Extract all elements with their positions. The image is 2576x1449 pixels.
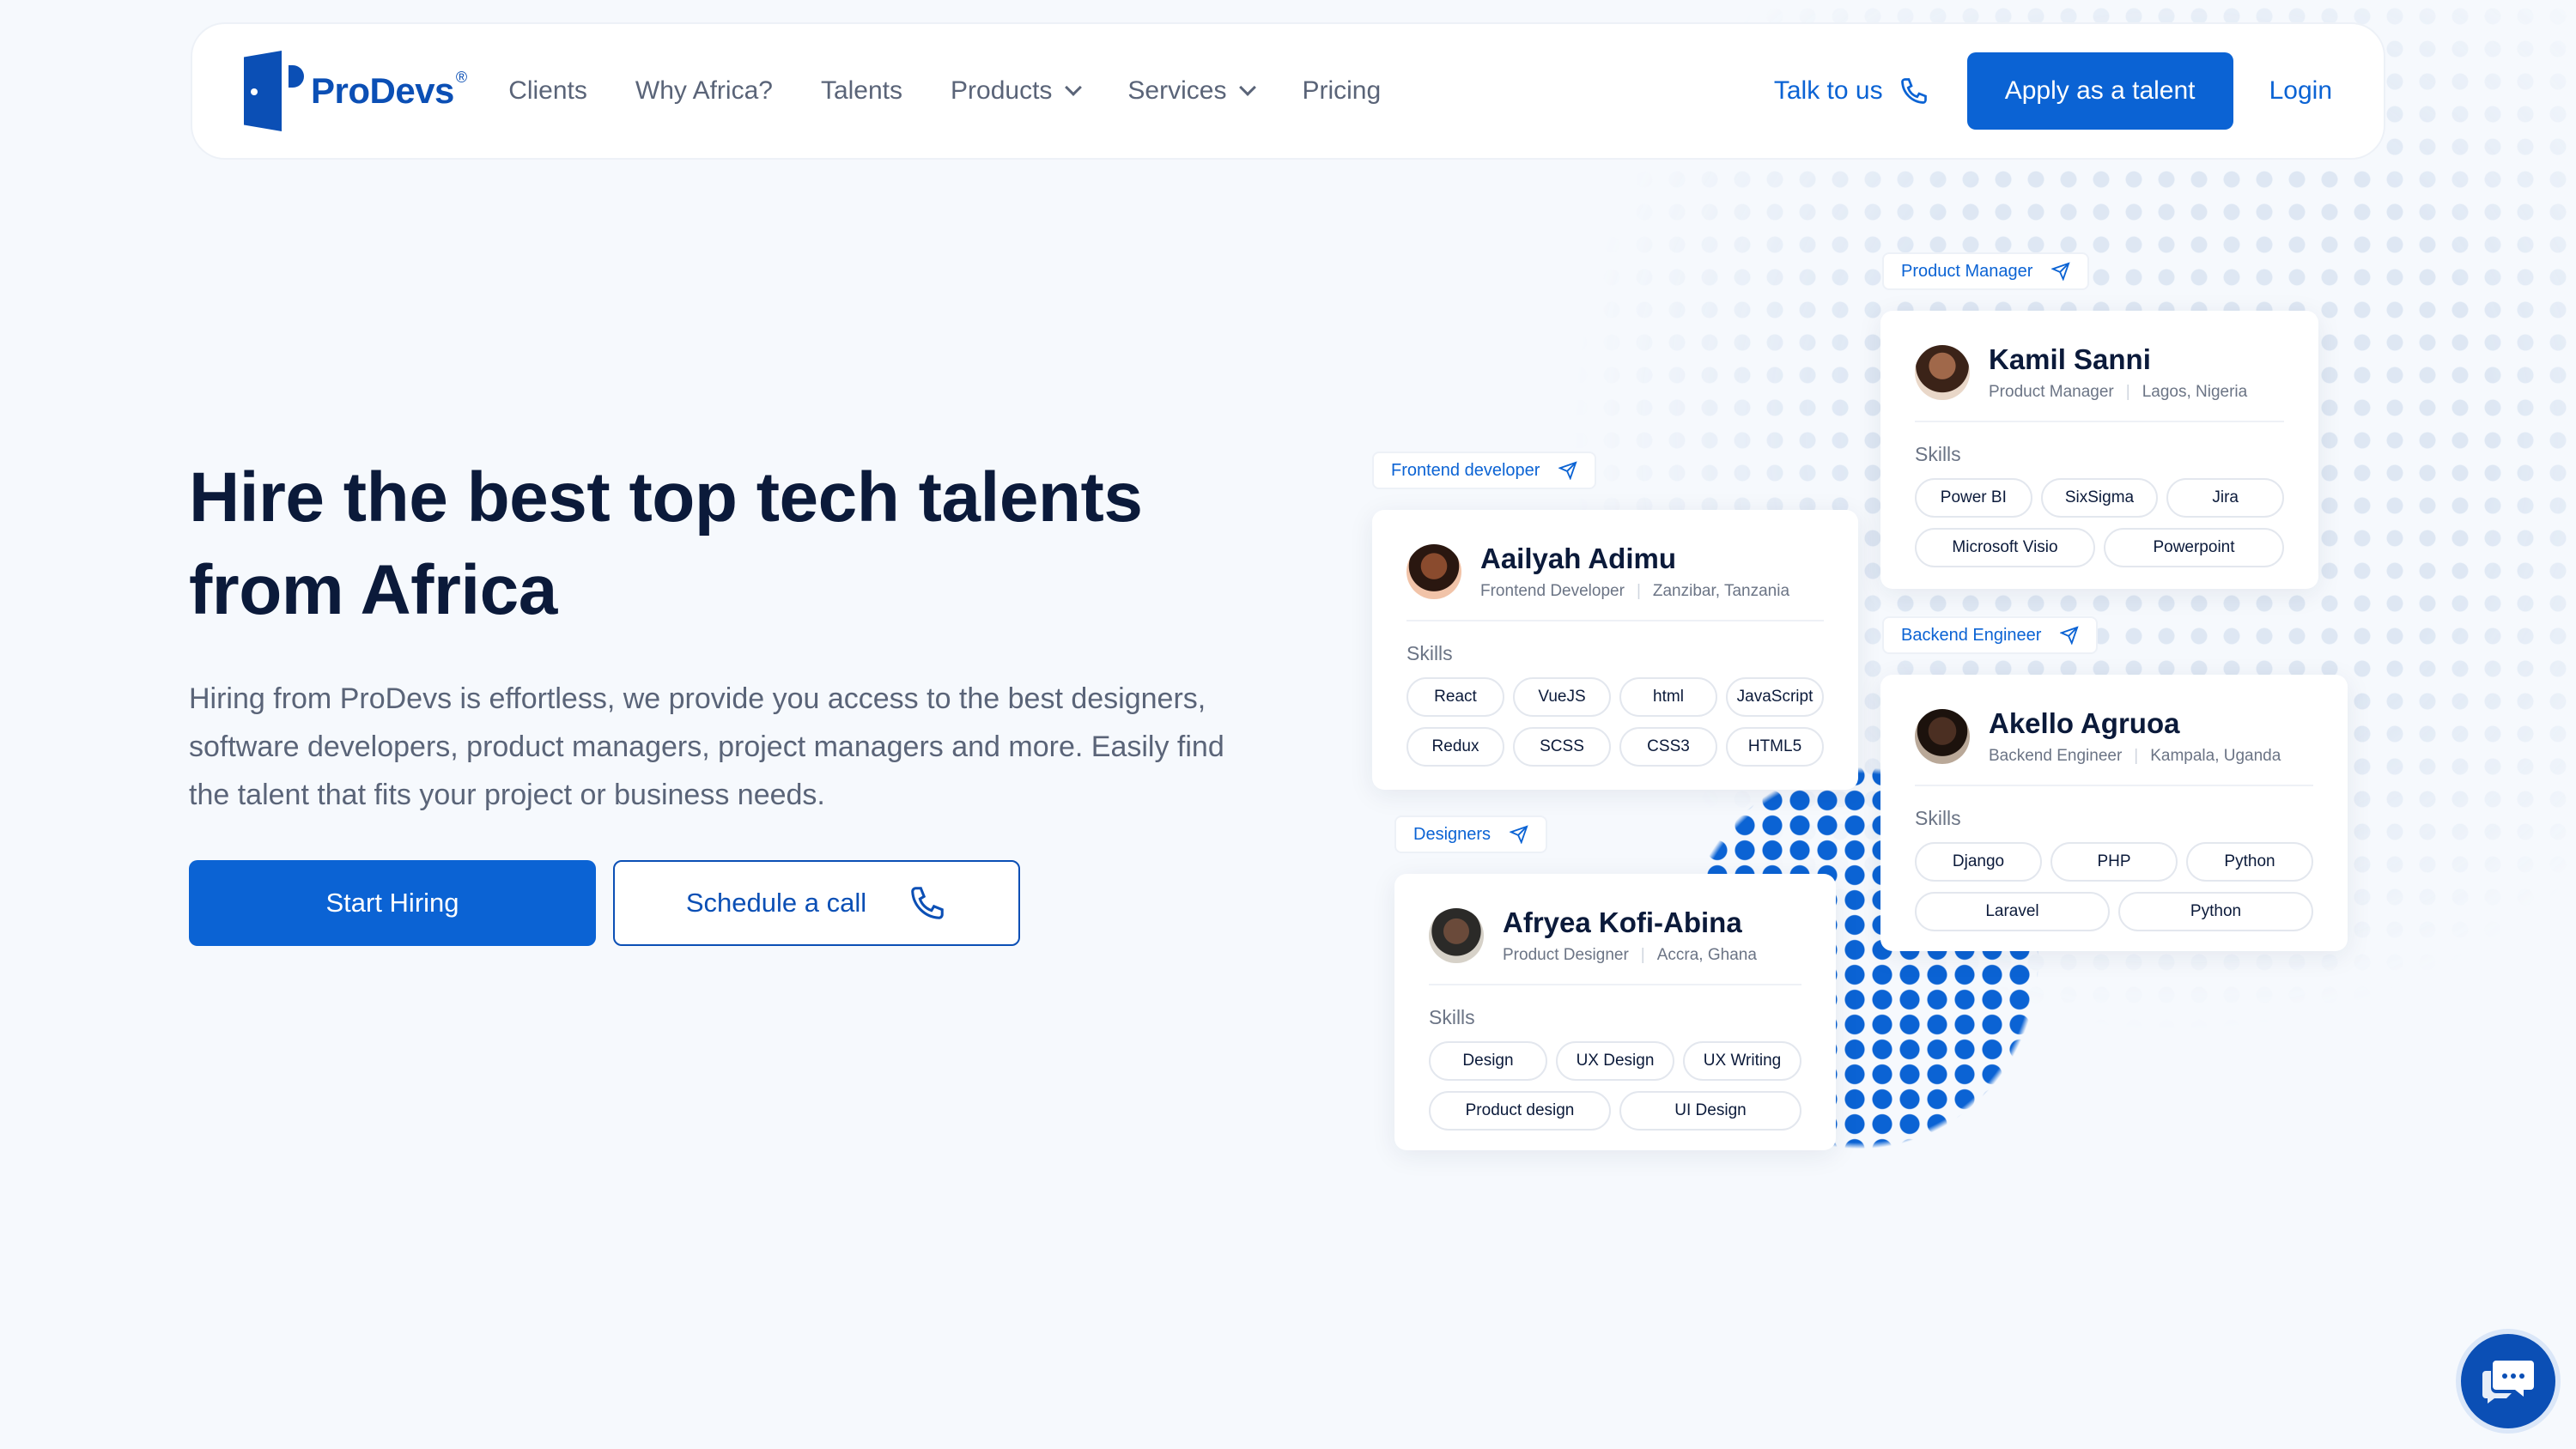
chat-launcher-button[interactable]: [2456, 1329, 2561, 1434]
send-icon: [2051, 262, 2071, 281]
skill-chip: Design: [1429, 1041, 1547, 1081]
avatar: [1406, 544, 1461, 599]
talent-role: Product Designer: [1503, 946, 1629, 964]
skill-chip: UI Design: [1619, 1091, 1801, 1131]
hero-subtitle: Hiring from ProDevs is effortless, we pr…: [189, 682, 1224, 811]
logo-icon: [244, 51, 282, 131]
brand-name: ProDevs: [311, 70, 454, 111]
tag-product-manager: Product Manager: [1882, 252, 2090, 290]
skills-label: Skills: [1915, 443, 1961, 465]
skill-chip: Powerpoint: [2103, 528, 2284, 567]
skill-chip: PHP: [2050, 842, 2178, 882]
tag-frontend-developer: Frontend developer: [1372, 452, 1597, 489]
skills-label: Skills: [1406, 642, 1453, 664]
tag-designers: Designers: [1394, 815, 1548, 853]
chat-icon: [2482, 1361, 2534, 1404]
phone-icon: [911, 887, 944, 919]
chevron-down-icon: [1065, 79, 1083, 96]
avatar: [1915, 345, 1970, 400]
skill-chip: UX Design: [1556, 1041, 1674, 1081]
send-icon: [1510, 825, 1528, 844]
talent-role: Product Manager: [1989, 383, 2114, 401]
top-navbar: ProDevs ® Clients Why Africa? Talents Pr…: [191, 22, 2385, 160]
send-icon: [2060, 626, 2080, 645]
avatar: [1915, 709, 1970, 764]
tag-backend-engineer: Backend Engineer: [1882, 616, 2099, 654]
chevron-down-icon: [1239, 79, 1257, 96]
skill-chip: JavaScript: [1726, 677, 1824, 717]
skill-chip: Laravel: [1915, 892, 2110, 931]
talent-card-akello[interactable]: Akello Agruoa Backend Engineer | Kampala, …: [1880, 675, 2348, 951]
skill-chip: Django: [1915, 842, 2042, 882]
nav-pricing[interactable]: Pricing: [1302, 76, 1381, 106]
skill-chip: React: [1406, 677, 1504, 717]
nav-services[interactable]: Services: [1127, 76, 1257, 106]
schedule-call-button[interactable]: Schedule a call: [613, 860, 1020, 946]
nav-why-africa[interactable]: Why Africa?: [635, 76, 773, 106]
nav-clients[interactable]: Clients: [508, 76, 587, 106]
skill-chip: HTML5: [1726, 727, 1824, 767]
start-hiring-button[interactable]: Start Hiring: [189, 860, 596, 946]
nav-talents[interactable]: Talents: [821, 76, 902, 106]
hero-title: Hire the best top tech talents from Afric…: [189, 458, 1143, 629]
avatar: [1429, 908, 1484, 963]
brand-logo[interactable]: ProDevs ®: [244, 51, 467, 131]
talent-role: Backend Engineer: [1989, 747, 2123, 765]
skill-chip: SCSS: [1513, 727, 1611, 767]
skill-chip: Product design: [1429, 1091, 1611, 1131]
talent-card-kamil[interactable]: Kamil Sanni Product Manager | Lagos, Niger…: [1880, 311, 2318, 589]
skill-chip: SixSigma: [2040, 478, 2159, 518]
nav-links: Clients Why Africa? Talents Products Ser…: [508, 76, 1381, 106]
skill-chip: html: [1619, 677, 1717, 717]
skill-chip: Jira: [2166, 478, 2284, 518]
talent-name: Afryea Kofi-Abina: [1503, 906, 1742, 938]
skill-chip: Python: [2118, 892, 2313, 931]
talent-name: Kamil Sanni: [1989, 343, 2151, 375]
talent-location: Accra, Ghana: [1656, 946, 1757, 964]
send-icon: [1558, 461, 1578, 480]
nav-products[interactable]: Products: [951, 76, 1083, 106]
talent-card-afryea[interactable]: Afryea Kofi-Abina Product Designer | Accra…: [1394, 874, 1836, 1150]
logo-dot-icon: [289, 65, 304, 88]
login-link[interactable]: Login: [2269, 76, 2332, 106]
talent-name: Akello Agruoa: [1989, 707, 2180, 739]
talent-location: Kampala, Uganda: [2150, 747, 2281, 765]
talent-location: Zanzibar, Tanzania: [1652, 582, 1790, 600]
skills-label: Skills: [1915, 807, 1961, 829]
talent-role: Frontend Developer: [1480, 582, 1625, 600]
skill-chip: Redux: [1406, 727, 1504, 767]
apply-as-talent-button[interactable]: Apply as a talent: [1966, 52, 2233, 130]
skill-chip: VueJS: [1513, 677, 1611, 717]
talent-location: Lagos, Nigeria: [2142, 383, 2248, 401]
skill-chip: Power BI: [1915, 478, 2032, 518]
talent-card-aailyah[interactable]: Aailyah Adimu Frontend Developer | Zanziba…: [1372, 510, 1858, 790]
registered-mark: ®: [455, 68, 468, 86]
phone-icon: [1900, 78, 1927, 104]
skill-chip: CSS3: [1619, 727, 1717, 767]
skill-chip: Microsoft Visio: [1915, 528, 2095, 567]
talent-name: Aailyah Adimu: [1480, 543, 1676, 574]
skill-chip: UX Writing: [1683, 1041, 1801, 1081]
talk-to-us-link[interactable]: Talk to us: [1774, 76, 1929, 106]
skill-chip: Python: [2186, 842, 2313, 882]
skills-label: Skills: [1429, 1006, 1475, 1028]
